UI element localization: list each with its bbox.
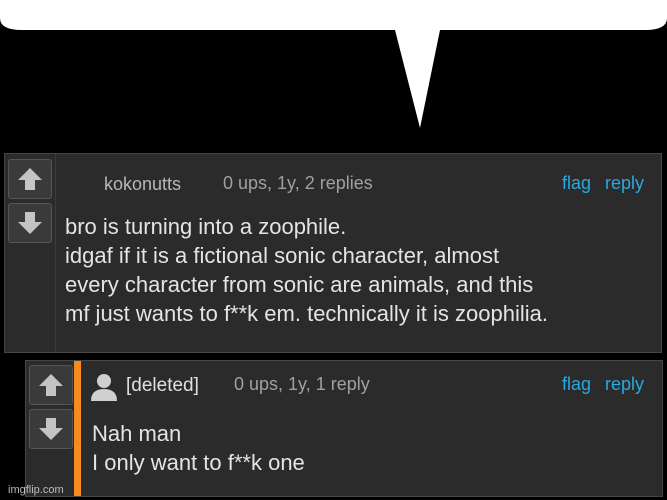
reply-text-line: Nah man: [92, 421, 182, 446]
flag-link[interactable]: flag: [562, 173, 591, 194]
reply-username[interactable]: [deleted]: [126, 375, 199, 397]
arrow-up-icon: [39, 374, 63, 396]
reply-link[interactable]: reply: [605, 173, 644, 194]
upvote-button[interactable]: [8, 159, 52, 199]
reply-vote-controls: [29, 365, 73, 449]
comment-text-line: mf just wants to f**k em. technically it…: [65, 301, 548, 326]
comment-text-line: bro is turning into a zoophile.: [65, 214, 347, 239]
imgflip-watermark: imgflip.com: [8, 484, 64, 496]
speech-bubble-shape: [0, 0, 667, 128]
arrow-down-icon: [39, 418, 63, 440]
comment-meta: 0 ups, 1y, 2 replies: [223, 173, 373, 193]
comment-text-line: every character from sonic are animals, …: [65, 272, 534, 297]
comment-content: kokonutts 0 ups, 1y, 2 replies flag repl…: [55, 154, 661, 352]
arrow-down-icon: [18, 212, 42, 234]
user-silhouette-icon: [91, 374, 117, 401]
flag-link[interactable]: flag: [562, 374, 591, 395]
reply-meta: 0 ups, 1y, 1 reply: [234, 374, 370, 394]
comment-text: bro is turning into a zoophile. idgaf if…: [65, 212, 548, 328]
reply-comment: [deleted] 0 ups, 1y, 1 reply flag reply …: [25, 360, 663, 497]
comment: kokonutts 0 ups, 1y, 2 replies flag repl…: [4, 153, 662, 353]
reply-link[interactable]: reply: [605, 374, 644, 395]
reply-content: [deleted] 0 ups, 1y, 1 reply flag reply …: [81, 361, 662, 496]
reply-text: Nah man I only want to f**k one: [92, 419, 305, 477]
comment-text-line: idgaf if it is a fictional sonic charact…: [65, 243, 500, 268]
comment-username[interactable]: kokonutts: [104, 174, 181, 195]
downvote-button[interactable]: [8, 203, 52, 243]
arrow-up-icon: [18, 168, 42, 190]
comment-vote-controls: [8, 159, 52, 243]
downvote-button[interactable]: [29, 409, 73, 449]
reply-accent-bar: [74, 361, 81, 496]
upvote-button[interactable]: [29, 365, 73, 405]
speech-bubble: [0, 0, 667, 160]
reply-text-line: I only want to f**k one: [92, 450, 305, 475]
